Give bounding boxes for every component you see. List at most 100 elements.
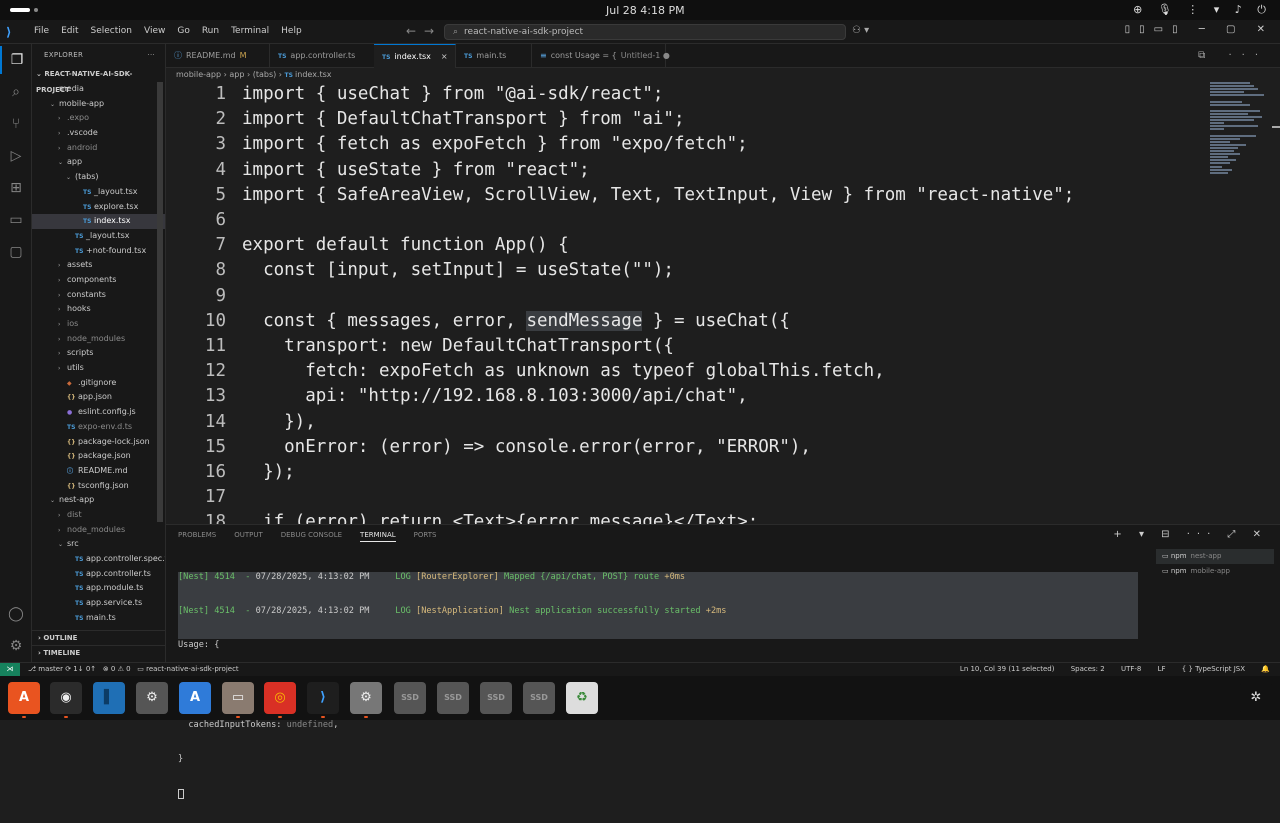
tree-item[interactable]: ⌄ nest-app	[32, 493, 165, 508]
branch-status[interactable]: ⎇ master ⟳ 1↓ 0↑	[28, 665, 96, 673]
panel-tab-output[interactable]: OUTPUT	[234, 531, 263, 542]
tab-index-tsx[interactable]: TS index.tsx ×	[374, 44, 456, 68]
tree-item[interactable]: › .vscode	[32, 126, 165, 141]
run-debug-icon[interactable]: ▷	[0, 142, 32, 170]
source-control-icon[interactable]: ⑂	[0, 110, 32, 138]
tree-item[interactable]: › ios	[32, 317, 165, 332]
menu-item-edit[interactable]: Edit	[55, 26, 84, 36]
panel-tab-problems[interactable]: PROBLEMS	[178, 531, 216, 542]
terminal-instance[interactable]: ▭ npm nest-app	[1156, 549, 1274, 564]
tab-const-usage-[interactable]: ≡ const Usage = {Untitled-1 ●	[532, 44, 670, 68]
tree-item[interactable]: ◆ .gitignore	[32, 376, 165, 391]
tree-item[interactable]: {} package-lock.json	[32, 435, 165, 450]
cursor-position[interactable]: Ln 10, Col 39 (11 selected)	[960, 665, 1055, 673]
manage-gear-icon[interactable]: ⚙	[0, 632, 32, 660]
panel-tab-terminal[interactable]: TERMINAL	[360, 531, 396, 542]
menu-item-help[interactable]: Help	[275, 26, 308, 36]
ssd-icon-4[interactable]: SSD	[523, 682, 555, 714]
tree-item[interactable]: › scripts	[32, 346, 165, 361]
software-store-icon[interactable]: A	[8, 682, 40, 714]
tree-item[interactable]: TS app.controller.ts	[32, 567, 165, 582]
tab-readme-md[interactable]: ⓘ README.md M	[166, 44, 270, 68]
system-tray[interactable]: ⊕ 🎙 ⋮ ▾ ♪ ⏻	[1133, 3, 1272, 17]
menu-item-run[interactable]: Run	[196, 26, 225, 36]
split-editor-icon[interactable]: ⧉ ···	[1198, 50, 1268, 61]
terminal-instance[interactable]: ▭ npm mobile-app	[1156, 564, 1274, 579]
tree-item[interactable]: › dist	[32, 508, 165, 523]
tree-item[interactable]: {} package.json	[32, 449, 165, 464]
clock[interactable]: Jul 28 4:18 PM	[606, 4, 685, 17]
tree-item[interactable]: {} app.json	[32, 390, 165, 405]
tree-item[interactable]: TS index.tsx	[32, 214, 165, 229]
encoding-status[interactable]: UTF-8	[1121, 665, 1141, 673]
settings-icon[interactable]: ⚙	[136, 682, 168, 714]
explorer-icon[interactable]: ❐	[0, 46, 32, 74]
menu-item-terminal[interactable]: Terminal	[225, 26, 275, 36]
tree-item[interactable]: › constants	[32, 288, 165, 303]
notifications-bell-icon[interactable]: 🔔	[1261, 665, 1270, 673]
chat-icon[interactable]: ▢	[0, 238, 32, 266]
remote-indicator-icon[interactable]: ⋊	[0, 663, 20, 676]
ssd-icon-3[interactable]: SSD	[480, 682, 512, 714]
tree-item[interactable]: › components	[32, 273, 165, 288]
gear-app-icon[interactable]: ⚙	[350, 682, 382, 714]
trash-icon[interactable]: ♻	[566, 682, 598, 714]
panel-tab-debug-console[interactable]: DEBUG CONSOLE	[281, 531, 342, 542]
language-mode[interactable]: { } TypeScript JSX	[1182, 665, 1245, 673]
tree-item[interactable]: TS _layout.tsx	[32, 185, 165, 200]
sidebar-scrollbar[interactable]	[157, 82, 163, 522]
search-view-icon[interactable]: ⌕	[0, 78, 32, 106]
app-icon-blue[interactable]: ▌	[93, 682, 125, 714]
obs-icon[interactable]: ◉	[50, 682, 82, 714]
copilot-icon[interactable]: ⚇ ▾	[852, 25, 869, 36]
panel-controls[interactable]: + ▾ ⊟ ··· ⤢ ✕	[1113, 529, 1268, 540]
files-icon[interactable]: ▭	[222, 682, 254, 714]
breadcrumb-path[interactable]: mobile-app › app › (tabs) ›	[176, 70, 285, 79]
tree-item[interactable]: ⌄ (tabs)	[32, 170, 165, 185]
close-icon[interactable]: ×	[441, 52, 448, 61]
tree-item[interactable]: TS expo-env.d.ts	[32, 420, 165, 435]
chrome-icon[interactable]: ◎	[264, 682, 296, 714]
tab-main-ts[interactable]: TS main.ts	[456, 44, 532, 68]
command-center[interactable]: ⌕ react-native-ai-sdk-project	[444, 24, 846, 40]
tree-item[interactable]: › android	[32, 141, 165, 156]
tree-item[interactable]: › node_modules	[32, 523, 165, 538]
indentation-status[interactable]: Spaces: 2	[1071, 665, 1105, 673]
extensions-icon[interactable]: ⊞	[0, 174, 32, 202]
more-actions-icon[interactable]: ···	[147, 44, 155, 66]
tree-item[interactable]: TS main.ts	[32, 611, 165, 626]
editor-scrollbar[interactable]	[1270, 82, 1280, 524]
tree-item[interactable]: › node_modules	[32, 332, 165, 347]
timeline-section[interactable]: › TIMELINE	[32, 645, 165, 660]
code-editor[interactable]: 1 import { useChat } from "@ai-sdk/react"…	[166, 82, 1280, 524]
workspace-indicator[interactable]	[10, 8, 30, 12]
explorer-root[interactable]: ⌄ REACT-NATIVE-AI-SDK-PROJECT	[32, 66, 165, 94]
menu-item-selection[interactable]: Selection	[85, 26, 138, 36]
workspace-dot[interactable]	[34, 8, 38, 12]
tree-item[interactable]: ⌄ app	[32, 155, 165, 170]
terminal-prompt[interactable]	[178, 788, 1138, 801]
tree-item[interactable]: › media	[32, 82, 165, 97]
tree-item[interactable]: › hooks	[32, 302, 165, 317]
window-controls[interactable]: ▯▯▭▯ ─ ▢ ✕	[1125, 24, 1274, 35]
ssd-icon-1[interactable]: SSD	[394, 682, 426, 714]
tree-item[interactable]: {} tsconfig.json	[32, 479, 165, 494]
tree-item[interactable]: › assets	[32, 258, 165, 273]
tree-item[interactable]: TS _layout.tsx	[32, 229, 165, 244]
ssd-icon-2[interactable]: SSD	[437, 682, 469, 714]
tree-item[interactable]: TS explore.tsx	[32, 200, 165, 215]
tree-item[interactable]: TS app.service.ts	[32, 596, 165, 611]
menu-item-view[interactable]: View	[138, 26, 171, 36]
eol-status[interactable]: LF	[1158, 665, 1166, 673]
vscode-icon[interactable]: ⟩	[307, 682, 339, 714]
problems-status[interactable]: ⊗ 0 ⚠ 0	[103, 665, 131, 673]
editor-icon[interactable]: A	[179, 682, 211, 714]
breadcrumb-file[interactable]: index.tsx	[295, 70, 331, 79]
nav-arrows-icon[interactable]: ←→	[406, 24, 442, 38]
show-apps-icon[interactable]: ✲	[1240, 682, 1272, 714]
menu-item-go[interactable]: Go	[171, 26, 195, 36]
tab-app-controller-ts[interactable]: TS app.controller.ts	[270, 44, 376, 68]
workspace-folder-status[interactable]: ▭ react-native-ai-sdk-project	[137, 665, 238, 673]
minimap[interactable]	[1210, 82, 1266, 192]
tree-item[interactable]: ⓘ README.md	[32, 464, 165, 479]
